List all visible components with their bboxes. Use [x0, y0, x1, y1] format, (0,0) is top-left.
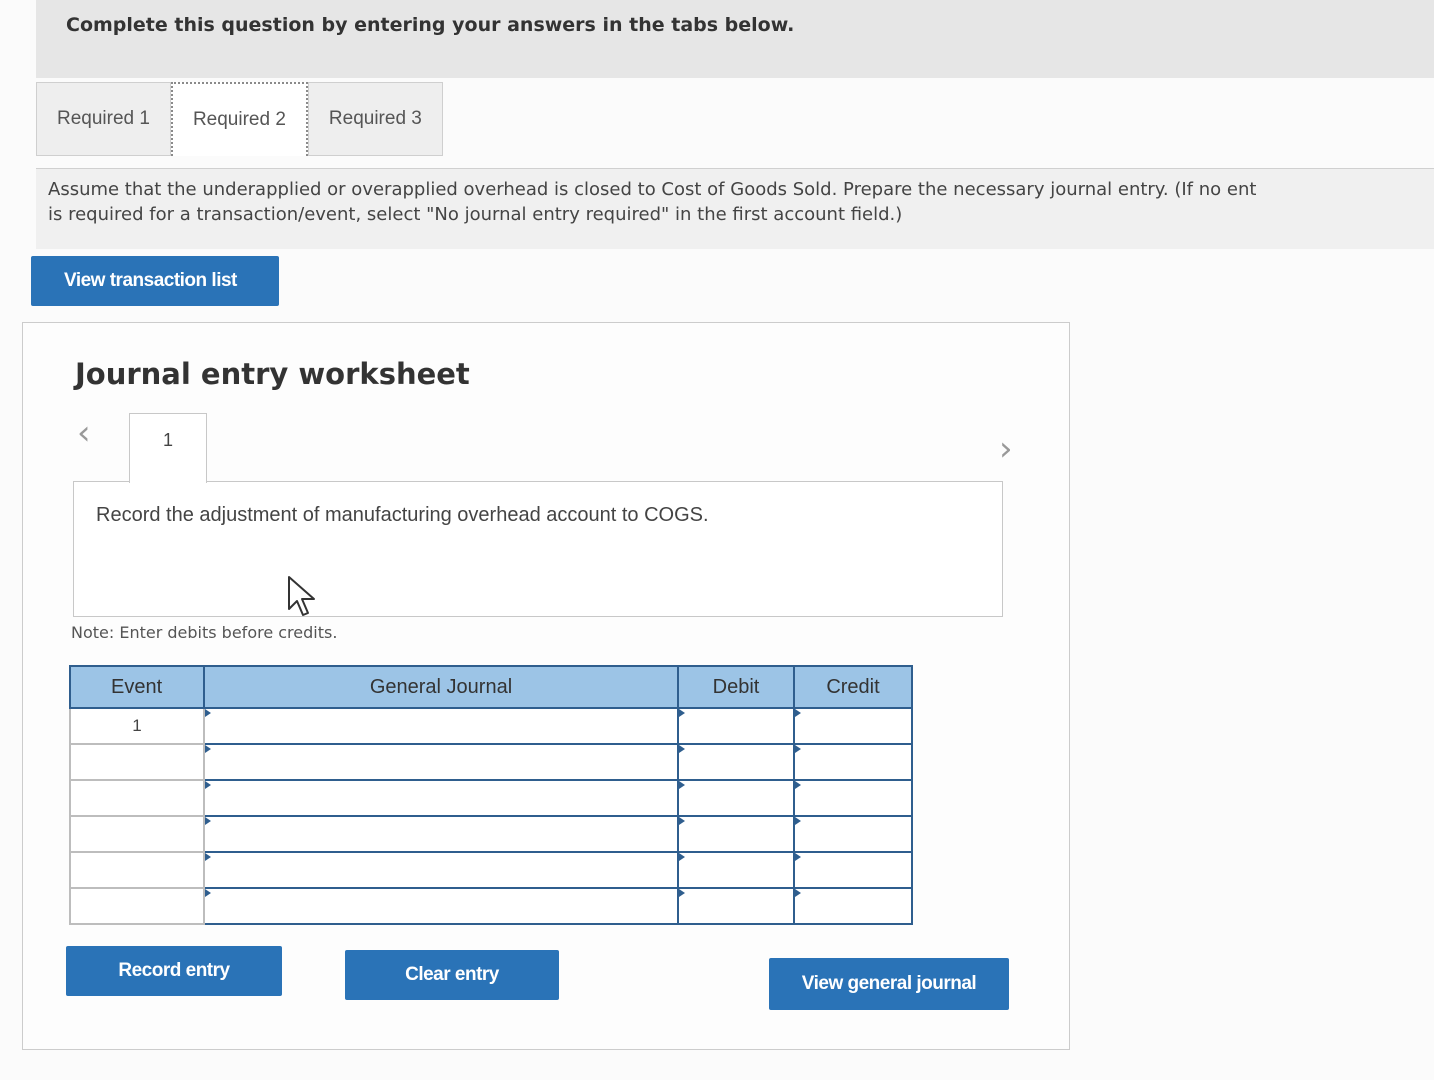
- chevron-right-icon[interactable]: ›: [999, 429, 1013, 469]
- prompt-line-2: is required for a transaction/event, sel…: [48, 204, 903, 225]
- debit-input[interactable]: [677, 707, 795, 745]
- event-cell: [69, 887, 205, 925]
- required-tabs: Required 1 Required 2 Required 3: [36, 82, 443, 158]
- table-row: [69, 851, 913, 889]
- journal-entry-table: Event General Journal Debit Credit 1: [69, 665, 913, 925]
- journal-entry-worksheet: Journal entry worksheet ‹ › 1 Record the…: [22, 322, 1070, 1050]
- account-select[interactable]: [203, 779, 679, 817]
- view-transaction-list-button[interactable]: View transaction list: [31, 256, 279, 306]
- account-select[interactable]: [203, 887, 679, 925]
- table-header-row: Event General Journal Debit Credit: [69, 665, 913, 709]
- credit-input[interactable]: [793, 743, 913, 781]
- entry-tab-1[interactable]: 1: [129, 413, 207, 483]
- worksheet-title: Journal entry worksheet: [75, 357, 470, 391]
- account-select[interactable]: [203, 743, 679, 781]
- debit-input[interactable]: [677, 887, 795, 925]
- debit-input[interactable]: [677, 851, 795, 889]
- credit-input[interactable]: [793, 779, 913, 817]
- tab-required-3[interactable]: Required 3: [307, 82, 443, 156]
- event-cell: 1: [69, 707, 205, 745]
- tab-required-1[interactable]: Required 1: [36, 82, 171, 156]
- table-row: 1: [69, 707, 913, 745]
- entry-tab-label: 1: [162, 430, 173, 450]
- debit-input[interactable]: [677, 779, 795, 817]
- instruction-banner: Complete this question by entering your …: [36, 0, 1434, 78]
- tab-required-2[interactable]: Required 2: [170, 82, 308, 156]
- account-select[interactable]: [203, 851, 679, 889]
- debit-input[interactable]: [677, 815, 795, 853]
- table-row: [69, 887, 913, 925]
- entry-note: Note: Enter debits before credits.: [71, 623, 338, 642]
- event-cell: [69, 851, 205, 889]
- event-column-header: Event: [69, 665, 205, 709]
- clear-entry-button[interactable]: Clear entry: [345, 950, 559, 1000]
- instruction-text: Complete this question by entering your …: [66, 14, 795, 36]
- question-prompt: Assume that the underapplied or overappl…: [36, 168, 1434, 249]
- debit-input[interactable]: [677, 743, 795, 781]
- account-select[interactable]: [203, 815, 679, 853]
- credit-input[interactable]: [793, 851, 913, 889]
- entry-description: Record the adjustment of manufacturing o…: [96, 504, 709, 526]
- credit-input[interactable]: [793, 815, 913, 853]
- event-cell: [69, 815, 205, 853]
- record-entry-button[interactable]: Record entry: [66, 946, 282, 996]
- credit-input[interactable]: [793, 707, 913, 745]
- table-row: [69, 779, 913, 817]
- table-row: [69, 743, 913, 781]
- account-select[interactable]: [203, 707, 679, 745]
- chevron-left-icon[interactable]: ‹: [77, 413, 91, 453]
- event-cell: [69, 779, 205, 817]
- table-row: [69, 815, 913, 853]
- debit-column-header: Debit: [677, 665, 795, 709]
- page: Complete this question by entering your …: [0, 0, 1434, 1080]
- credit-input[interactable]: [793, 887, 913, 925]
- view-general-journal-button[interactable]: View general journal: [769, 958, 1009, 1010]
- general-journal-column-header: General Journal: [203, 665, 679, 709]
- credit-column-header: Credit: [793, 665, 913, 709]
- event-cell: [69, 743, 205, 781]
- entry-description-box: Record the adjustment of manufacturing o…: [73, 481, 1003, 617]
- mouse-cursor-icon: [288, 576, 315, 616]
- prompt-line-1: Assume that the underapplied or overappl…: [48, 179, 1257, 200]
